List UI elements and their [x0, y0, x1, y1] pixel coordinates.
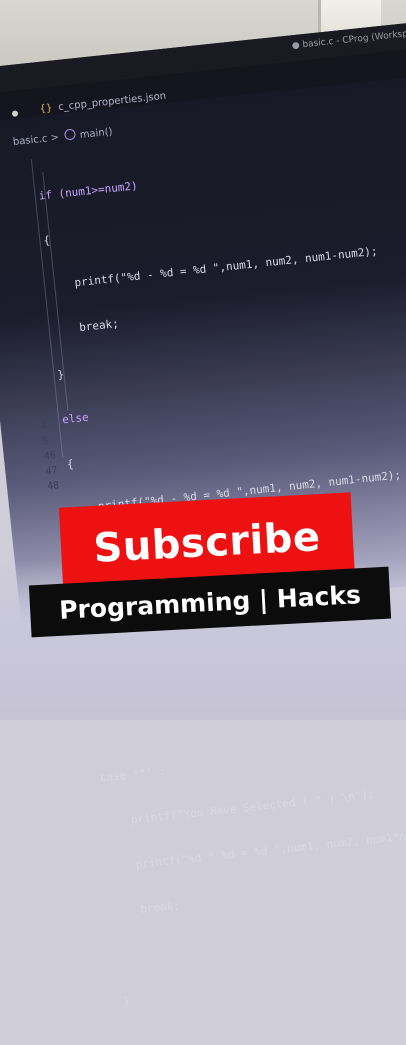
line-number: 48 [46, 480, 60, 493]
line-number: 47 [45, 465, 59, 478]
code-line: else [61, 410, 90, 427]
code-line: printf("%d * %d = %d ",num1, num2, num1*… [134, 826, 406, 872]
code-line: if (num1>=num2) [38, 179, 139, 203]
code-line: { [66, 457, 75, 472]
code-line: printf("%d - %d = %d ",num1, num2, num1-… [47, 244, 379, 293]
channel-name-label: Programming | Hacks [58, 579, 362, 625]
code-line: } [122, 994, 131, 1009]
line-number: 5 [41, 435, 50, 448]
code-line: { [42, 233, 51, 248]
subscribe-label: Subscribe [92, 514, 322, 572]
line-number: 46 [43, 450, 57, 463]
line-number: 4 [40, 421, 48, 433]
code-line: case '*' : [99, 764, 167, 785]
function-icon [64, 128, 77, 141]
code-line: break; [113, 898, 181, 919]
code-line: printf("You Have Selected ( * ) \n"); [103, 787, 376, 830]
code-line: } [56, 367, 65, 382]
json-file-icon: {} [39, 102, 53, 116]
code-line: break; [52, 316, 120, 337]
window-title: ● basic.c - CProg (Workspace) - Visual S [291, 22, 406, 52]
